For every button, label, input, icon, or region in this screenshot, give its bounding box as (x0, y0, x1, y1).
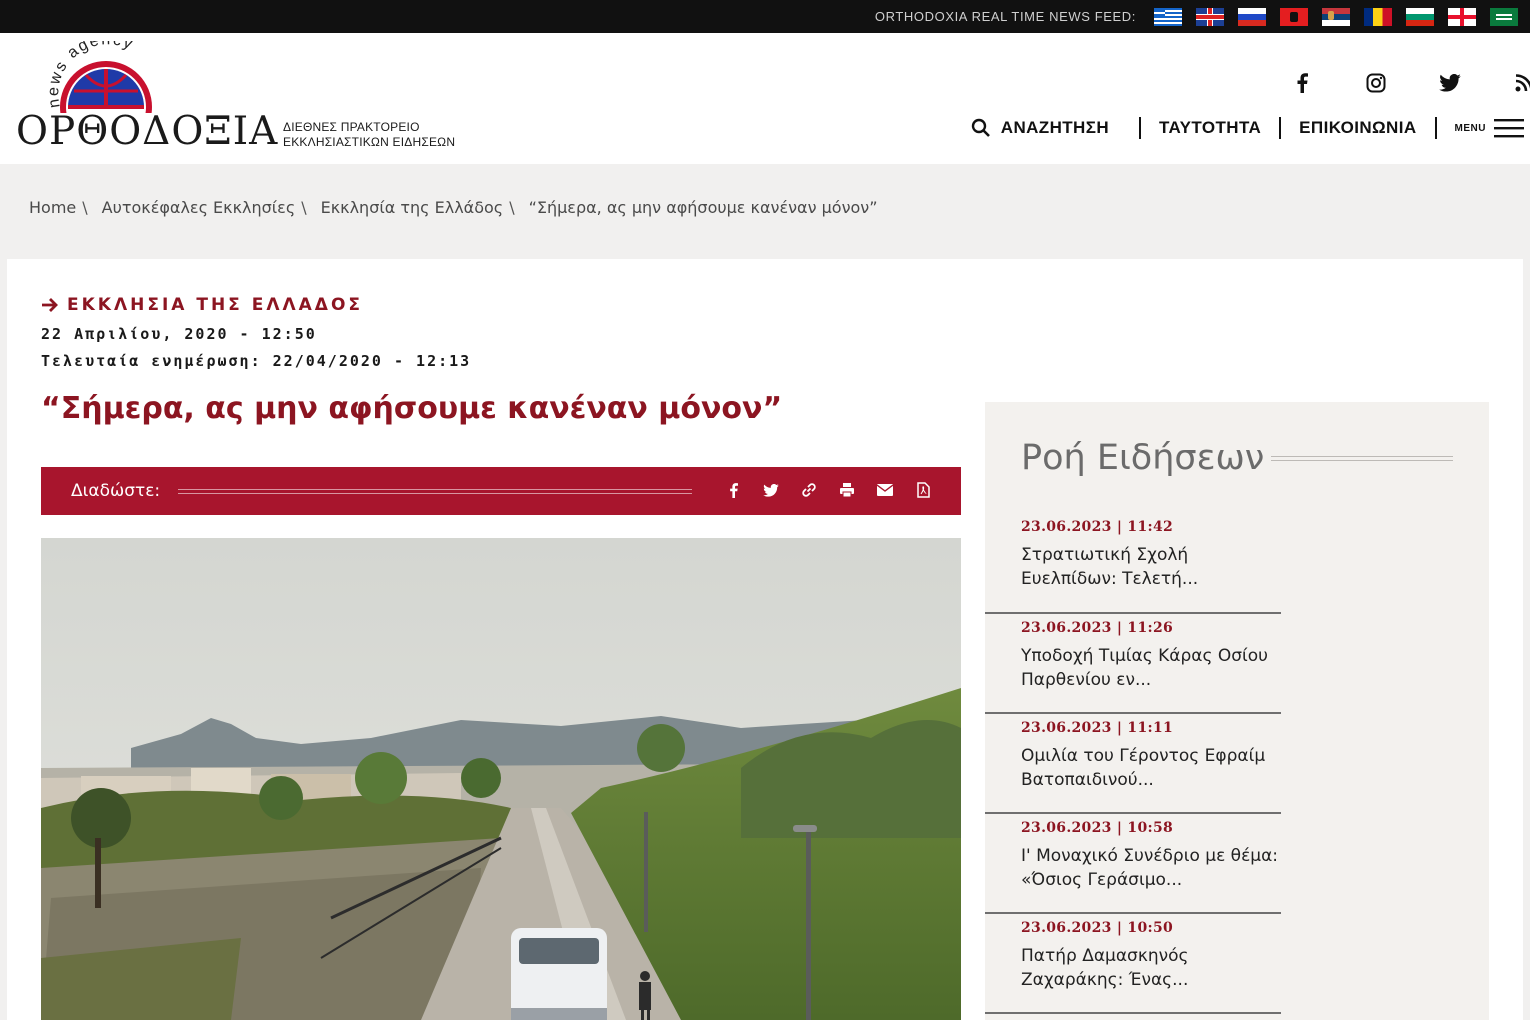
street-photo (41, 538, 961, 1020)
article-panel: ΕΚΚΛΗΣΙΑ ΤΗΣ ΕΛΛΑΔΟΣ 22 Απριλίου, 2020 -… (7, 259, 1523, 1020)
social-links (1270, 71, 1530, 97)
breadcrumb: Home \ Αυτοκέφαλες Εκκλησίες \ Εκκλησία … (29, 198, 878, 217)
news-feed-title-lines (1271, 456, 1453, 461)
globe-logo-icon: news agency (46, 41, 152, 113)
article-last-updated: Τελευταία ενημέρωση: 22/04/2020 - 12:13 (41, 352, 472, 370)
news-item-headline: Στρατιωτική Σχολή Ευελπίδων: Τελετή... (1021, 545, 1199, 589)
site-logo[interactable]: news agency ΟΡΘΟΔΟΞΙΑ ΔΙΕΘΝΕΣ ΠΡΑΚΤΟΡΕΙΟ… (16, 41, 456, 161)
logo-subtitle-line-1: ΔΙΕΘΝΕΣ ΠΡΑΚΤΟΡΕΙΟ (283, 120, 420, 134)
news-item-time: 23.06.2023 | 11:11 (1021, 720, 1174, 736)
breadcrumb-autocephalous-churches[interactable]: Αυτοκέφαλες Εκκλησίες (102, 198, 296, 217)
language-flags (1154, 7, 1518, 26)
share-label: Διαδώστε: (71, 481, 161, 501)
arrow-right-icon (42, 298, 58, 312)
arabic-flag-icon[interactable] (1490, 7, 1518, 26)
news-item-time: 23.06.2023 | 10:58 (1021, 820, 1174, 836)
search-nav-button[interactable]: ΑΝΑΖΗΤΗΣΗ (971, 118, 1109, 138)
nav-divider (1139, 117, 1142, 139)
top-bar: ORTHODOXIA REAL TIME NEWS FEED: (0, 0, 1530, 33)
breadcrumb-separator: \ (82, 198, 88, 217)
news-item[interactable]: 23.06.2023 | 11:11 Ομιλία του Γέροντος Ε… (985, 714, 1281, 814)
news-feed-title: Ροή Ειδήσεων (1021, 438, 1265, 478)
serbia-flag-icon[interactable] (1322, 7, 1350, 26)
news-item[interactable]: 23.06.2023 | 11:42 Στρατιωτική Σχολή Ευε… (985, 514, 1281, 614)
greek-flag-icon[interactable] (1154, 7, 1182, 26)
twitter-icon[interactable] (1438, 71, 1462, 95)
search-nav-label: ΑΝΑΖΗΤΗΣΗ (1000, 118, 1110, 137)
breadcrumb-church-of-greece[interactable]: Εκκλησία της Ελλάδος (321, 198, 504, 217)
nav-divider (1279, 117, 1282, 139)
search-icon (971, 118, 990, 137)
news-item[interactable]: 23.06.2023 | 10:58 Ι' Μοναχικό Συνέδριο … (985, 814, 1281, 914)
breadcrumb-home[interactable]: Home (29, 198, 76, 217)
share-bar: Διαδώστε: (41, 467, 961, 515)
bulgaria-flag-icon[interactable] (1406, 7, 1434, 26)
rss-icon[interactable] (1512, 71, 1530, 95)
news-feed-sidebar: Ροή Ειδήσεων 23.06.2023 | 11:42 Στρατιωτ… (985, 402, 1489, 1020)
georgia-flag-icon[interactable] (1448, 7, 1476, 26)
news-item-headline: Ομιλία του Γέροντος Εφραίμ Βατοπαιδινού.… (1021, 746, 1266, 790)
share-twitter-icon[interactable] (761, 479, 781, 501)
share-buttons (723, 479, 933, 501)
share-facebook-icon[interactable] (723, 479, 743, 501)
main-navigation: ΑΝΑΖΗΤΗΣΗ ΤΑΥΤΟΤΗΤΑ ΕΠΙΚΟΙΝΩΝΙΑ MENU (971, 113, 1524, 143)
russia-flag-icon[interactable] (1238, 7, 1266, 26)
news-item-time: 23.06.2023 | 10:50 (1021, 920, 1174, 936)
albania-flag-icon[interactable] (1280, 7, 1308, 26)
email-icon[interactable] (875, 479, 895, 501)
logo-subtitle: ΔΙΕΘΝΕΣ ΠΡΑΚΤΟΡΕΙΟ ΕΚΚΛΗΣΙΑΣΤΙΚΩΝ ΕΙΔΗΣΕ… (283, 120, 455, 150)
article-category-label: ΕΚΚΛΗΣΙΑ ΤΗΣ ΕΛΛΑΔΟΣ (67, 295, 364, 315)
news-feed-label: ORTHODOXIA REAL TIME NEWS FEED: (874, 9, 1136, 24)
facebook-icon[interactable] (1290, 71, 1314, 95)
news-item-time: 23.06.2023 | 11:42 (1021, 519, 1174, 535)
print-icon[interactable] (837, 479, 857, 501)
logo-wordmark: ΟΡΘΟΔΟΞΙΑ (16, 109, 279, 154)
news-item[interactable]: 23.06.2023 | 10:50 Πατήρ Δαμασκηνός Ζαχα… (985, 914, 1281, 1014)
pdf-icon[interactable] (913, 479, 933, 501)
news-item-time: 23.06.2023 | 11:26 (1021, 620, 1174, 636)
breadcrumb-separator: \ (301, 198, 307, 217)
news-item[interactable]: 23.06.2023 | 11:26 Υποδοχή Τιμίας Κάρας … (985, 614, 1281, 714)
menu-label: MENU (1454, 122, 1486, 134)
hamburger-icon (1494, 119, 1524, 138)
news-item-headline: Πατήρ Δαμασκηνός Ζαχαράκης: Ένας... (1021, 946, 1189, 990)
share-link-icon[interactable] (799, 479, 819, 501)
share-divider-lines (178, 488, 693, 494)
news-feed-list: 23.06.2023 | 11:42 Στρατιωτική Σχολή Ευε… (985, 514, 1281, 1014)
article-hero-image (41, 538, 961, 1020)
breadcrumb-separator: \ (509, 198, 515, 217)
article-title: “Σήμερα, ας μην αφήσουμε κανέναν μόνον” (41, 391, 783, 426)
uk-flag-icon[interactable] (1196, 7, 1224, 26)
contact-nav-link[interactable]: ΕΠΙΚΟΙΝΩΝΙΑ (1299, 118, 1416, 138)
news-item-headline: Ι' Μοναχικό Συνέδριο με θέμα: «Όσιος Γερ… (1021, 846, 1279, 890)
identity-nav-link[interactable]: ΤΑΥΤΟΤΗΤΑ (1159, 118, 1261, 138)
article-category-link[interactable]: ΕΚΚΛΗΣΙΑ ΤΗΣ ΕΛΛΑΔΟΣ (41, 295, 363, 315)
news-item-headline: Υποδοχή Τιμίας Κάρας Οσίου Παρθενίου εν.… (1021, 646, 1268, 690)
romania-flag-icon[interactable] (1364, 7, 1392, 26)
menu-button[interactable]: MENU (1455, 118, 1524, 138)
logo-subtitle-line-2: ΕΚΚΛΗΣΙΑΣΤΙΚΩΝ ΕΙΔΗΣΕΩΝ (283, 135, 456, 149)
article-date: 22 Απριλίου, 2020 - 12:50 (41, 325, 317, 343)
site-header: news agency ΟΡΘΟΔΟΞΙΑ ΔΙΕΘΝΕΣ ΠΡΑΚΤΟΡΕΙΟ… (0, 33, 1530, 164)
instagram-icon[interactable] (1364, 71, 1388, 95)
breadcrumb-current-article: “Σήμερα, ας μην αφήσουμε κανέναν μόνον” (528, 198, 878, 217)
nav-divider (1434, 117, 1437, 139)
